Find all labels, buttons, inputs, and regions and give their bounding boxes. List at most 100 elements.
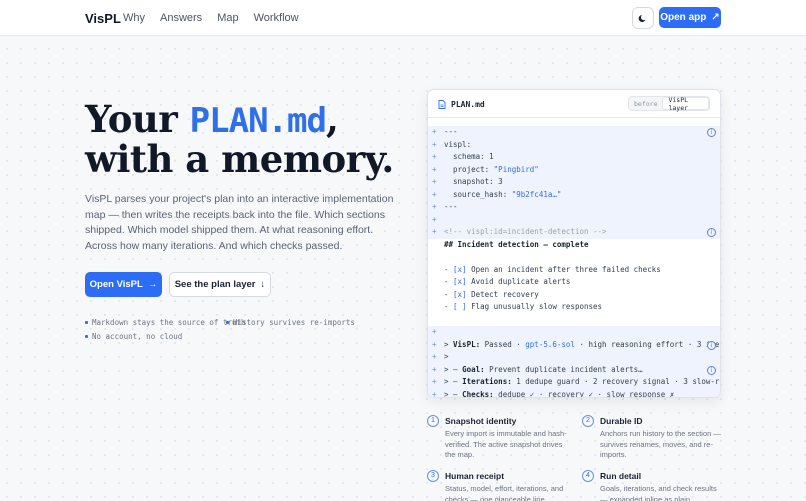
- nav-link-answers[interactable]: Answers: [160, 12, 202, 24]
- code-key: project:: [444, 164, 494, 174]
- arrow-down-icon: ↓: [260, 279, 266, 290]
- code-text: · high reasoning effort · 3 iterations: [579, 339, 720, 349]
- toggle-before[interactable]: before: [629, 97, 662, 110]
- code-line: + > – Goal: Prevent duplicate incident al…: [428, 363, 720, 376]
- bullet-dot-icon: [226, 321, 229, 324]
- nav-link-workflow[interactable]: Workflow: [254, 12, 299, 24]
- arrow-right-icon: →: [147, 279, 158, 290]
- open-vispl-label: Open VisPL: [89, 279, 143, 290]
- top-nav: VisPL Why Answers Map Workflow Open app …: [0, 0, 806, 36]
- checkbox-mark: [x]: [453, 277, 467, 286]
- info-icon[interactable]: i: [707, 128, 716, 137]
- model-name: gpt-5.6-sol: [525, 339, 575, 349]
- code-line: + vispl:: [428, 138, 720, 151]
- nav-links: Why Answers Map Workflow: [123, 12, 299, 24]
- file-icon: [438, 100, 446, 109]
- diff-gutter: +: [432, 164, 437, 174]
- hero-title-suffix: ,: [325, 97, 339, 141]
- receipt-label: Checks:: [462, 389, 494, 398]
- code-text: > –: [444, 389, 463, 398]
- theme-toggle-button[interactable]: [632, 7, 654, 29]
- code-line: - [x] Open an incident after three faile…: [428, 264, 720, 277]
- code-line: +: [428, 213, 720, 226]
- receipt-label: Goal:: [462, 364, 485, 374]
- info-icon[interactable]: i: [707, 365, 716, 375]
- code-view: + --- i + vispl: + schema: 1 + project: "Pingb…: [428, 126, 720, 398]
- feature-desc: Every import is immutable and hash-verif…: [445, 429, 567, 459]
- code-line: - [x] Detect recovery: [428, 289, 720, 302]
- code-text: schema: 1: [444, 152, 494, 161]
- diff-gutter: +: [432, 227, 437, 236]
- hero-title-line2: with a memory.: [85, 137, 394, 181]
- code-text: Prevent duplicate incident alerts…: [484, 364, 643, 374]
- logo[interactable]: VisPL: [85, 11, 121, 26]
- code-text: snapshot: 3: [444, 177, 503, 186]
- code-text: Detect recovery: [466, 289, 539, 299]
- code-text: -: [444, 302, 454, 311]
- code-line: + > VisPL: Passed · gpt-5.6-sol · high re…: [428, 338, 720, 351]
- code-string: "9b2fc41a…": [511, 189, 562, 199]
- feature-desc: Status, model, effort, iterations, and c…: [445, 484, 564, 501]
- open-vispl-button[interactable]: Open VisPL →: [85, 272, 162, 297]
- code-text: > –: [444, 377, 463, 386]
- bullet-text: Markdown stays the source of truth: [92, 318, 246, 327]
- code-heading: ## Incident detection — complete: [444, 239, 589, 249]
- code-line: + schema: 1: [428, 151, 720, 164]
- receipt-label: VisPL:: [453, 339, 481, 349]
- feature-title: Snapshot identity: [445, 416, 517, 426]
- code-text: Avoid duplicate alerts: [466, 277, 571, 286]
- file-name: PLAN.md: [451, 100, 485, 109]
- hero-title: Your PLAN.md, with a memory.: [85, 100, 394, 178]
- code-line: + <!-- vispl:id=incident-detection --> i: [428, 226, 720, 239]
- code-comment: <!-- vispl:id=incident-detection -->: [444, 227, 607, 236]
- feature-number: 3: [427, 470, 439, 482]
- bullet-text: History survives re-imports: [233, 318, 355, 327]
- feature-title: Run detail: [600, 471, 642, 481]
- plan-card: PLAN.md before VisPL layer + --- i + vispl: +…: [427, 89, 721, 398]
- bullet-item: History survives re-imports: [226, 318, 355, 327]
- code-line: + >: [428, 351, 720, 364]
- open-app-button[interactable]: Open app ↗: [659, 7, 721, 28]
- info-icon[interactable]: i: [707, 340, 716, 350]
- checkbox-mark: [ ]: [453, 302, 467, 311]
- code-line: +: [428, 326, 720, 339]
- code-text: -: [444, 277, 454, 286]
- nav-link-why[interactable]: Why: [123, 12, 145, 24]
- feature-number: 1: [427, 415, 439, 427]
- code-line: + project: "Pingbird": [428, 163, 720, 176]
- see-plan-layer-label: See the plan layer: [174, 279, 256, 290]
- code-text: >: [444, 339, 454, 349]
- hero-title-accent: PLAN.md: [189, 101, 327, 141]
- diff-gutter: +: [432, 177, 437, 186]
- code-text: Flag unusually slow responses: [466, 302, 603, 311]
- info-icon[interactable]: i: [707, 228, 716, 237]
- code-key: source_hash:: [444, 189, 512, 199]
- code-line: ## Incident detection — complete: [428, 239, 720, 252]
- code-line: + --- i: [428, 126, 720, 139]
- diff-gutter: +: [432, 364, 437, 374]
- checkbox-mark: [x]: [453, 264, 467, 274]
- code-text: Open an incident after three failed chec…: [466, 264, 661, 274]
- feature-number: 2: [582, 415, 594, 427]
- checkbox-mark: [x]: [453, 289, 467, 299]
- code-line: + > – Checks: dedupe ✓ · recovery ✓ · slo…: [428, 388, 720, 398]
- code-line: + snapshot: 3: [428, 176, 720, 189]
- bullet-item: No account, no cloud: [85, 332, 182, 341]
- diff-gutter: +: [432, 189, 437, 199]
- code-text: Passed ·: [480, 339, 526, 349]
- feature-desc: Goals, iterations, and check results — e…: [600, 484, 717, 501]
- diff-gutter: +: [432, 202, 437, 211]
- toggle-vispl-layer[interactable]: VisPL layer: [662, 96, 709, 112]
- bullet-text: No account, no cloud: [92, 332, 183, 341]
- code-line: - [ ] Flag unusually slow responses: [428, 301, 720, 314]
- see-plan-layer-button[interactable]: See the plan layer ↓: [169, 272, 271, 297]
- diff-gutter: +: [432, 352, 437, 361]
- hero-description: VisPL parses your project's plan into an…: [85, 193, 394, 252]
- moon-icon: [638, 15, 646, 22]
- bullet-dot-icon: [85, 335, 88, 338]
- code-text: > –: [444, 364, 463, 374]
- code-text: -: [444, 264, 454, 274]
- nav-link-map[interactable]: Map: [217, 12, 238, 24]
- arrow-up-right-icon: ↗: [711, 12, 720, 23]
